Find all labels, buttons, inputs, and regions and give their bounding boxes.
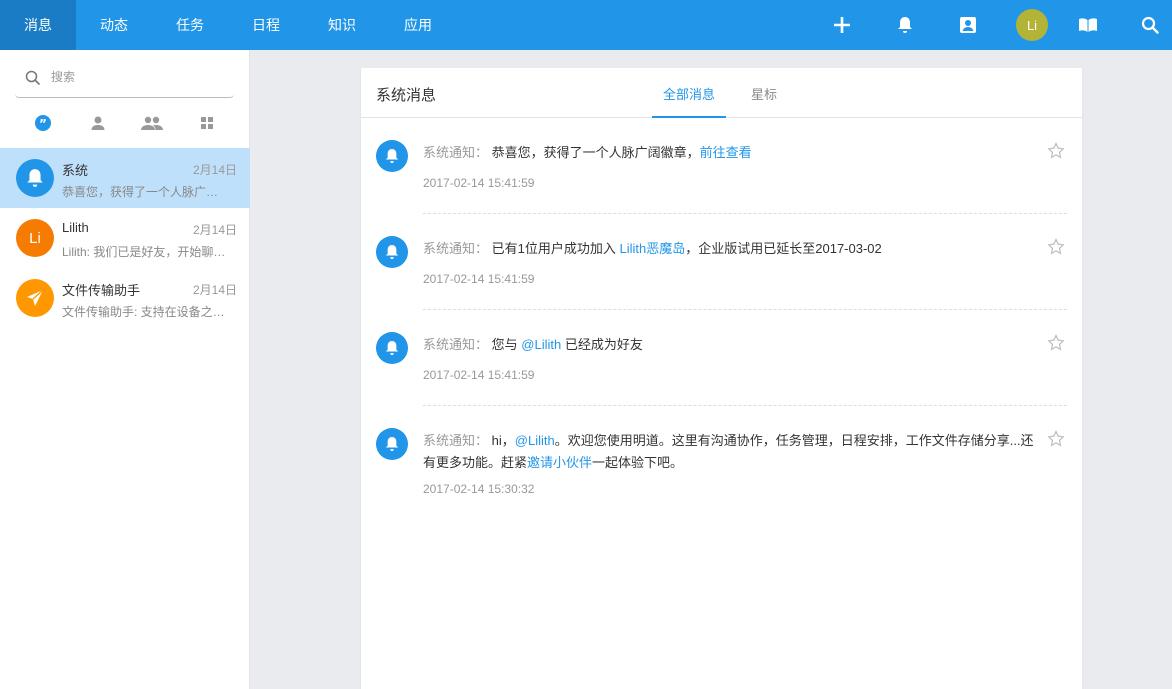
message-body: hi， — [491, 433, 515, 448]
nav-tab-apps[interactable]: 应用 — [380, 0, 456, 50]
star-icon[interactable] — [1047, 142, 1065, 163]
invite-partners-link[interactable]: 邀请小伙伴 — [527, 455, 592, 470]
message-body: 恭喜您，获得了一个人脉广阔徽章， — [491, 145, 700, 160]
conversation-date: 2月14日 — [192, 163, 237, 177]
message-text: 系统通知： 已有1位用户成功加入 Lilith恶魔岛，企业版试用已延长至2017… — [423, 238, 1038, 260]
message-text: 系统通知： 您与 @Lilith 已经成为好友 — [423, 334, 1038, 356]
message-label: 系统通知： — [423, 337, 489, 352]
message-text: 系统通知： hi，@Lilith。欢迎您使用明道。这里有沟通协作，任务管理，日程… — [423, 430, 1038, 474]
conversation-sidebar: ” 系统 2月14日 恭喜您，获得了一个人脉广阔徽章 Li Lilith 2月1… — [0, 50, 250, 689]
conversation-preview: 恭喜您，获得了一个人脉广阔徽章 — [62, 185, 227, 199]
conversation-name: Lilith — [62, 220, 89, 235]
avatar: Li — [16, 219, 54, 257]
bell-icon — [376, 332, 408, 364]
view-badge-link[interactable]: 前往查看 — [700, 145, 752, 160]
message-body-tail: ，企业版试用已延长至2017-03-02 — [685, 241, 882, 256]
contacts-icon[interactable] — [952, 0, 984, 50]
conversation-name: 系统 — [62, 163, 89, 178]
conversation-item-file-transfer[interactable]: 文件传输助手 2月14日 文件传输助手: 支持在设备之间传输文件 — [0, 268, 250, 328]
avatar-initials: Li — [1016, 9, 1048, 41]
top-nav-bar: 消息 动态 任务 日程 知识 应用 Li — [0, 0, 1172, 50]
message-body: 您与 — [491, 337, 518, 352]
system-messages-panel: 系统消息 全部消息 星标 系统通知： 恭喜您，获得了一个人脉广阔徽章，前往查看 … — [361, 68, 1082, 689]
message-divider — [423, 405, 1067, 406]
message-label: 系统通知： — [423, 241, 489, 256]
nav-tab-messages[interactable]: 消息 — [0, 0, 76, 50]
grid-icon — [201, 117, 213, 129]
conversation-date: 2月14日 — [192, 283, 237, 297]
conversation-date: 2月14日 — [192, 223, 237, 237]
star-icon[interactable] — [1047, 238, 1065, 259]
svg-text:”: ” — [39, 117, 47, 131]
tab-starred[interactable]: 星标 — [741, 68, 787, 118]
filter-apps-tab[interactable] — [193, 112, 221, 134]
bell-icon — [376, 428, 408, 460]
star-icon[interactable] — [1047, 334, 1065, 355]
message-body-tail: 已经成为好友 — [564, 337, 643, 352]
message-body-tail: 一起体验下吧。 — [592, 455, 684, 470]
group-icon — [141, 116, 163, 130]
conversation-name: 文件传输助手 — [62, 283, 141, 298]
bell-icon[interactable] — [889, 0, 921, 50]
bell-icon — [376, 140, 408, 172]
conversation-item-system[interactable]: 系统 2月14日 恭喜您，获得了一个人脉广阔徽章 — [0, 148, 250, 208]
message-label: 系统通知： — [423, 145, 489, 160]
nav-tab-knowledge[interactable]: 知识 — [304, 0, 380, 50]
conversation-preview: 文件传输助手: 支持在设备之间传输文件 — [62, 305, 227, 319]
sidebar-search[interactable] — [15, 62, 234, 98]
search-input[interactable] — [51, 70, 221, 84]
person-icon — [91, 116, 105, 130]
conversation-preview: Lilith: 我们已是好友，开始聊天吧 — [62, 245, 227, 259]
user-mention-link[interactable]: @Lilith — [515, 433, 555, 448]
user-avatar[interactable]: Li — [1016, 0, 1048, 50]
message-body: 已有1位用户成功加入 — [491, 241, 616, 256]
message-divider — [423, 213, 1067, 214]
star-icon[interactable] — [1047, 430, 1065, 451]
search-icon — [24, 69, 42, 90]
page-title: 系统消息 — [376, 87, 437, 104]
nav-tab-activity[interactable]: 动态 — [76, 0, 152, 50]
message-timestamp: 2017-02-14 15:41:59 — [423, 176, 535, 190]
message-timestamp: 2017-02-14 15:30:32 — [423, 482, 535, 496]
filter-contacts-tab[interactable] — [84, 112, 112, 134]
book-icon[interactable] — [1072, 0, 1104, 50]
user-mention-link[interactable]: @Lilith — [521, 337, 561, 352]
tab-all-messages[interactable]: 全部消息 — [652, 68, 726, 118]
nav-tab-tasks[interactable]: 任务 — [152, 0, 228, 50]
nav-tab-calendar[interactable]: 日程 — [228, 0, 304, 50]
organization-link[interactable]: Lilith恶魔岛 — [620, 241, 686, 256]
panel-header: 系统消息 全部消息 星标 — [361, 68, 1082, 118]
chat-quote-icon: ” — [35, 115, 51, 131]
bell-icon — [16, 159, 54, 197]
message-timestamp: 2017-02-14 15:41:59 — [423, 368, 535, 382]
bell-icon — [376, 236, 408, 268]
conversation-item-lilith[interactable]: Li Lilith 2月14日 Lilith: 我们已是好友，开始聊天吧 — [0, 208, 250, 268]
filter-all-messages-tab[interactable]: ” — [29, 112, 57, 134]
message-timestamp: 2017-02-14 15:41:59 — [423, 272, 535, 286]
plus-icon[interactable] — [826, 0, 858, 50]
filter-groups-tab[interactable] — [138, 112, 166, 134]
message-label: 系统通知： — [423, 433, 489, 448]
send-icon — [16, 279, 54, 317]
message-text: 系统通知： 恭喜您，获得了一个人脉广阔徽章，前往查看 — [423, 142, 1038, 164]
message-divider — [423, 309, 1067, 310]
search-icon[interactable] — [1134, 0, 1166, 50]
